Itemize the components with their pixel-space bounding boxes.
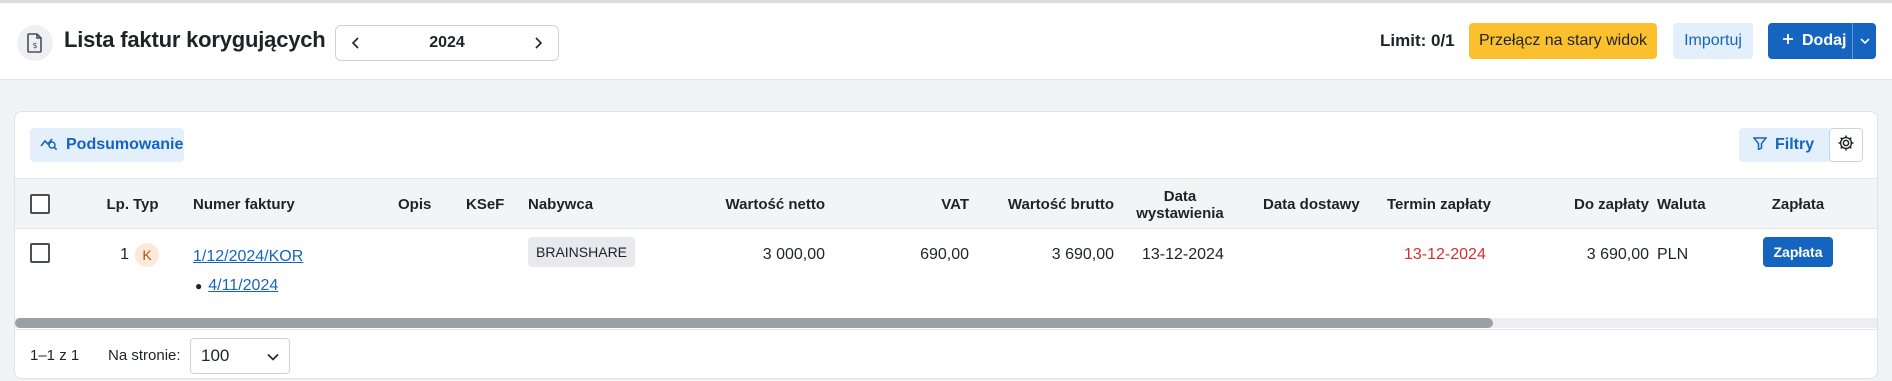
per-page-label: Na stronie: [108, 347, 181, 364]
col-waluta[interactable]: Waluta [1657, 179, 1727, 230]
switch-old-view-button[interactable]: Przełącz na stary widok [1469, 23, 1657, 59]
summary-label: Podsumowanie [66, 136, 184, 153]
col-numer[interactable]: Numer faktury [193, 179, 343, 230]
filter-icon [1752, 136, 1768, 155]
horizontal-scrollbar[interactable] [15, 318, 1877, 328]
col-vat[interactable]: VAT [865, 179, 969, 230]
invoice-list-card: Podsumowanie Filtry Lp. Typ Numer faktur… [14, 111, 1878, 379]
filters-label: Filtry [1775, 136, 1815, 153]
chevron-down-icon [1859, 32, 1870, 50]
per-page-select[interactable]: 100 [190, 338, 290, 374]
year-picker: 2024 [335, 25, 559, 61]
related-invoice-item: ● 4/11/2024 [195, 274, 278, 298]
col-zaplata[interactable]: Zapłata [1755, 179, 1841, 230]
col-opis[interactable]: Opis [398, 179, 448, 230]
chevron-down-icon [267, 346, 279, 366]
col-do-zaplaty[interactable]: Do zapłaty [1515, 179, 1649, 230]
chevron-right-icon[interactable] [528, 33, 548, 53]
col-data-dostawy[interactable]: Data dostawy [1263, 179, 1403, 230]
add-dropdown-toggle[interactable] [1852, 23, 1876, 59]
filters-button[interactable]: Filtry [1739, 128, 1831, 162]
limit-indicator: Limit: 0/1 [1380, 31, 1455, 50]
issue-date: 13-12-2024 [1142, 246, 1224, 263]
summary-chart-icon [40, 135, 58, 156]
col-typ[interactable]: Typ [133, 179, 173, 230]
payment-due-date: 13-12-2024 [1404, 246, 1486, 263]
type-badge: K [135, 243, 159, 267]
add-main-action[interactable]: Dodaj [1768, 23, 1852, 59]
buyer-chip[interactable]: BRAINSHARE [528, 237, 636, 267]
select-all-checkbox[interactable] [30, 194, 50, 214]
invoice-number-link-wrap: 1/12/2024/KOR [193, 243, 303, 271]
table-header: Lp. Typ Numer faktury Opis KSeF Nabywca … [15, 178, 1877, 230]
col-lp[interactable]: Lp. [85, 179, 130, 230]
gross-value: 3 690,00 [1051, 246, 1114, 263]
import-button[interactable]: Importuj [1673, 23, 1753, 59]
chevron-left-icon[interactable] [346, 33, 366, 53]
pay-button[interactable]: Zapłata [1763, 237, 1833, 267]
col-ksef[interactable]: KSeF [466, 179, 516, 230]
year-value: 2024 [429, 34, 465, 51]
row-checkbox[interactable] [30, 243, 50, 263]
col-netto[interactable]: Wartość netto [665, 179, 825, 230]
svg-text:$: $ [32, 41, 37, 50]
top-bar: $ Lista faktur korygujących 2024 Limit: … [0, 0, 1892, 80]
column-settings-button[interactable] [1829, 128, 1863, 162]
net-value: 3 000,00 [762, 246, 825, 263]
currency: PLN [1657, 246, 1689, 263]
page-title: Lista faktur korygujących [64, 27, 326, 52]
invoice-number-link[interactable]: 1/12/2024/KOR [193, 248, 303, 266]
related-invoice-link[interactable]: 4/11/2024 [208, 277, 278, 295]
col-data-wystawienia[interactable]: Data wystawienia [1125, 179, 1235, 230]
table-footer: 1–1 z 1 Na stronie: 100 [15, 329, 1877, 378]
add-button[interactable]: Dodaj [1768, 23, 1876, 59]
col-nabywca[interactable]: Nabywca [528, 179, 628, 230]
summary-button[interactable]: Podsumowanie [30, 128, 184, 162]
scrollbar-thumb[interactable] [15, 318, 1493, 328]
plus-icon [1782, 32, 1794, 50]
pagination-range: 1–1 z 1 [30, 347, 80, 364]
per-page-value: 100 [201, 346, 230, 365]
add-button-label: Dodaj [1802, 32, 1847, 49]
bullet-icon: ● [195, 279, 203, 293]
table-row[interactable]: 1 K 1/12/2024/KOR ● 4/11/2024 BRAINSHARE… [15, 229, 1877, 305]
invoice-document-icon: $ [17, 25, 53, 61]
row-lp: 1 [120, 246, 129, 263]
col-brutto[interactable]: Wartość brutto [975, 179, 1114, 230]
amount-due: 3 690,00 [1586, 246, 1649, 263]
gear-icon [1837, 134, 1855, 157]
vat-value: 690,00 [920, 246, 969, 263]
